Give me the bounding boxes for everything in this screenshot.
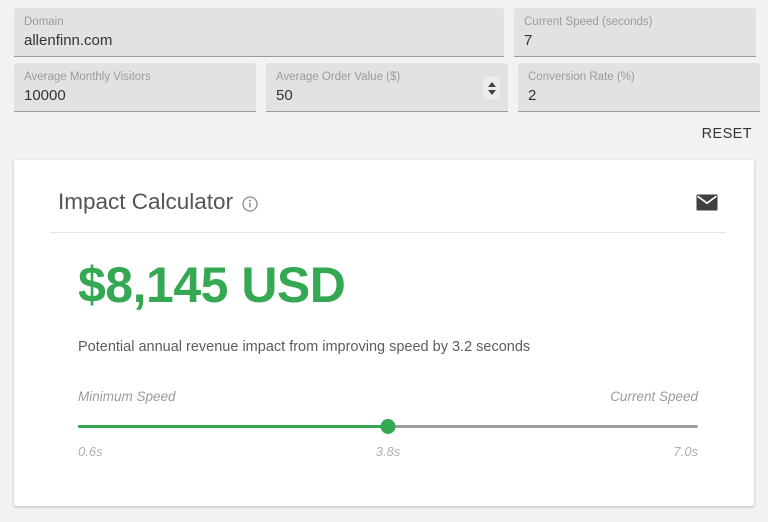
input-form: Domain allenfinn.com Current Speed (seco… <box>0 0 768 112</box>
slider-right-label: Current Speed <box>610 389 698 404</box>
domain-field-value[interactable]: allenfinn.com <box>24 30 494 52</box>
result-amount: $8,145 USD <box>78 257 346 313</box>
domain-field[interactable]: Domain allenfinn.com <box>14 8 504 57</box>
quantity-stepper[interactable] <box>483 77 500 99</box>
monthly-visitors-field-label: Average Monthly Visitors <box>24 71 151 83</box>
stepper-down-icon[interactable] <box>487 89 496 95</box>
conversion-rate-field[interactable]: Conversion Rate (%) 2 <box>518 63 760 112</box>
speed-slider: Minimum Speed Current Speed 0.6s 3.8s 7.… <box>78 389 710 464</box>
order-value-field-value[interactable]: 50 <box>276 85 498 107</box>
current-speed-field-label: Current Speed (seconds) <box>524 16 653 28</box>
card-title-group: Impact Calculator <box>58 188 258 216</box>
header-divider <box>50 232 726 233</box>
slider-left-label: Minimum Speed <box>78 389 176 404</box>
result-description: Potential annual revenue impact from imp… <box>78 339 531 355</box>
order-value-field[interactable]: Average Order Value ($) 50 <box>266 63 508 112</box>
slider-min-tick: 0.6s <box>78 444 103 459</box>
slider-track-fill <box>78 425 388 428</box>
page-title: Impact Calculator <box>58 189 234 214</box>
slider-value-tick: 3.8s <box>375 444 401 459</box>
reset-button[interactable]: RESET <box>700 123 754 145</box>
slider-max-tick: 7.0s <box>673 444 698 459</box>
slider-thumb[interactable] <box>380 419 396 434</box>
info-icon[interactable] <box>242 195 258 212</box>
envelope-icon[interactable] <box>696 194 718 211</box>
conversion-rate-field-value[interactable]: 2 <box>528 85 750 107</box>
slider-tick-labels: 0.6s 3.8s 7.0s <box>78 444 698 464</box>
conversion-rate-field-label: Conversion Rate (%) <box>528 71 635 83</box>
impact-calculator-card: Impact Calculator $8,145 USD Potential a… <box>14 160 754 506</box>
card-header: Impact Calculator <box>14 160 754 216</box>
monthly-visitors-field-value[interactable]: 10000 <box>24 85 246 107</box>
domain-field-label: Domain <box>24 16 64 28</box>
order-value-field-label: Average Order Value ($) <box>276 71 401 83</box>
form-row-1: Domain allenfinn.com Current Speed (seco… <box>14 8 756 57</box>
slider-track-area[interactable] <box>78 416 698 438</box>
reset-row: RESET <box>0 118 768 150</box>
stepper-up-icon[interactable] <box>487 81 496 87</box>
current-speed-field-value[interactable]: 7 <box>524 30 746 52</box>
current-speed-field[interactable]: Current Speed (seconds) 7 <box>514 8 756 57</box>
slider-end-labels: Minimum Speed Current Speed <box>78 389 698 404</box>
form-row-2: Average Monthly Visitors 10000 Average O… <box>14 63 760 112</box>
card-body: $8,145 USD Potential annual revenue impa… <box>14 255 754 464</box>
monthly-visitors-field[interactable]: Average Monthly Visitors 10000 <box>14 63 256 112</box>
